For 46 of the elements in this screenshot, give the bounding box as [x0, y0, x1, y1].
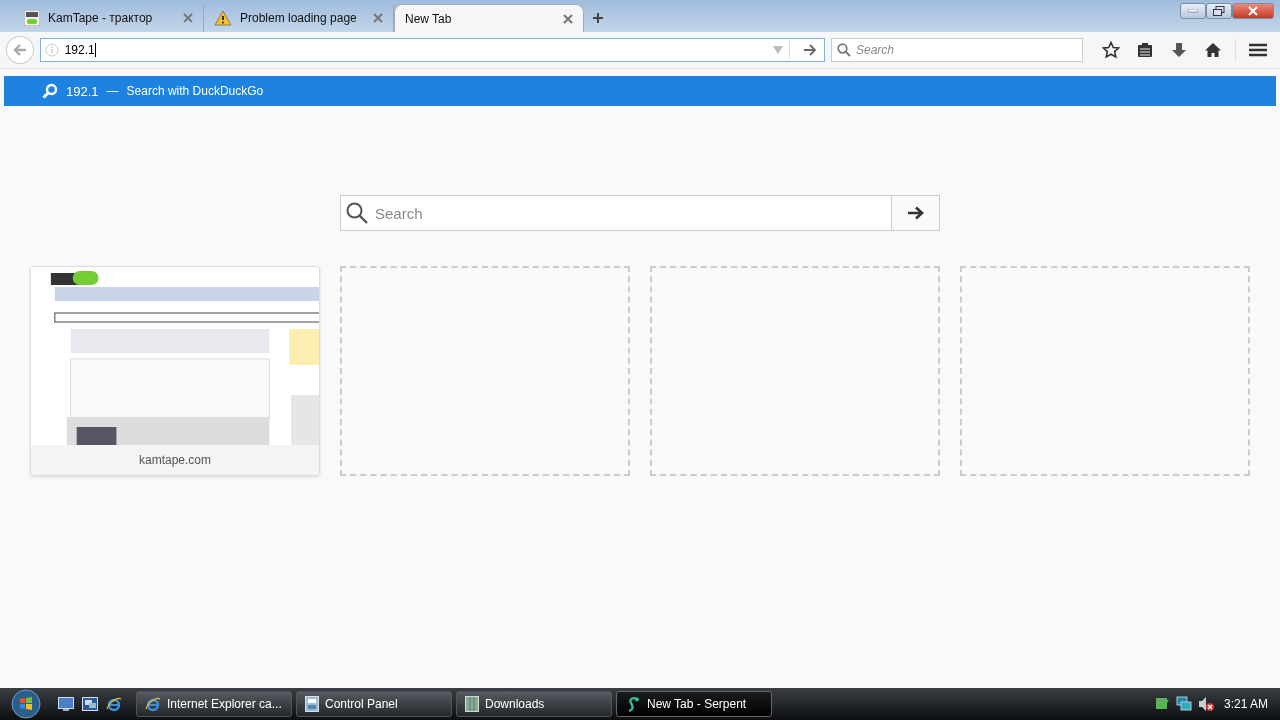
- restore-icon: [1213, 6, 1225, 16]
- site-title: kamtape.com: [31, 445, 319, 475]
- search-icon: [346, 202, 368, 224]
- suggestion-separator: —: [106, 84, 119, 98]
- search-submit-button[interactable]: [892, 195, 940, 231]
- control-panel-icon: [305, 696, 319, 712]
- taskbar-button[interactable]: Downloads: [456, 691, 612, 717]
- tab-title: Problem loading page: [240, 11, 357, 25]
- browser-tab[interactable]: New Tab: [394, 4, 584, 32]
- site-favicon-icon: [24, 10, 40, 26]
- tab-title: KamTape - трактор: [48, 11, 153, 25]
- plus-icon: [592, 12, 604, 24]
- info-icon: [44, 43, 59, 57]
- close-tab-icon: [373, 13, 383, 23]
- site-tile[interactable]: kamtape.com: [30, 266, 320, 476]
- search-suggestion[interactable]: 192.1 — Search with DuckDuckGo: [4, 76, 1276, 106]
- close-icon: [1248, 6, 1258, 16]
- taskbar-button[interactable]: New Tab - Serpent: [616, 691, 772, 717]
- address-text: 192.1: [64, 43, 95, 57]
- suggestion-action: Search with DuckDuckGo: [126, 84, 264, 98]
- search-field[interactable]: Search: [831, 38, 1083, 62]
- network-icon: [1175, 696, 1192, 712]
- volume-muted-icon: [1197, 696, 1214, 712]
- search-icon: [42, 83, 58, 99]
- warning-icon: [214, 10, 232, 26]
- back-arrow-icon: [12, 43, 27, 57]
- tab-title: New Tab: [405, 11, 452, 26]
- dropdown-icon: [773, 46, 783, 54]
- arrow-icon: [907, 206, 924, 220]
- page-search-field[interactable]: Search: [340, 195, 892, 231]
- close-button[interactable]: [1232, 3, 1274, 19]
- suggestion-query: 192.1: [66, 83, 99, 99]
- close-tab-icon: [563, 13, 573, 24]
- taskbar-button[interactable]: Control Panel: [296, 691, 452, 717]
- restore-button[interactable]: [1206, 3, 1232, 19]
- taskbar-button[interactable]: Internet Explorer ca...: [136, 691, 292, 717]
- downloads-icon: [465, 696, 479, 712]
- search-icon: [837, 43, 851, 57]
- address-bar[interactable]: 192.1: [39, 38, 825, 62]
- clock: 3:21 AM: [1223, 697, 1268, 711]
- security-icon: [1153, 696, 1170, 712]
- browser-icon: [145, 696, 161, 712]
- arrow-icon: [803, 44, 817, 56]
- close-tab-icon: [183, 13, 193, 23]
- minimize-icon: [1188, 9, 1198, 13]
- text-cursor: [94, 43, 96, 57]
